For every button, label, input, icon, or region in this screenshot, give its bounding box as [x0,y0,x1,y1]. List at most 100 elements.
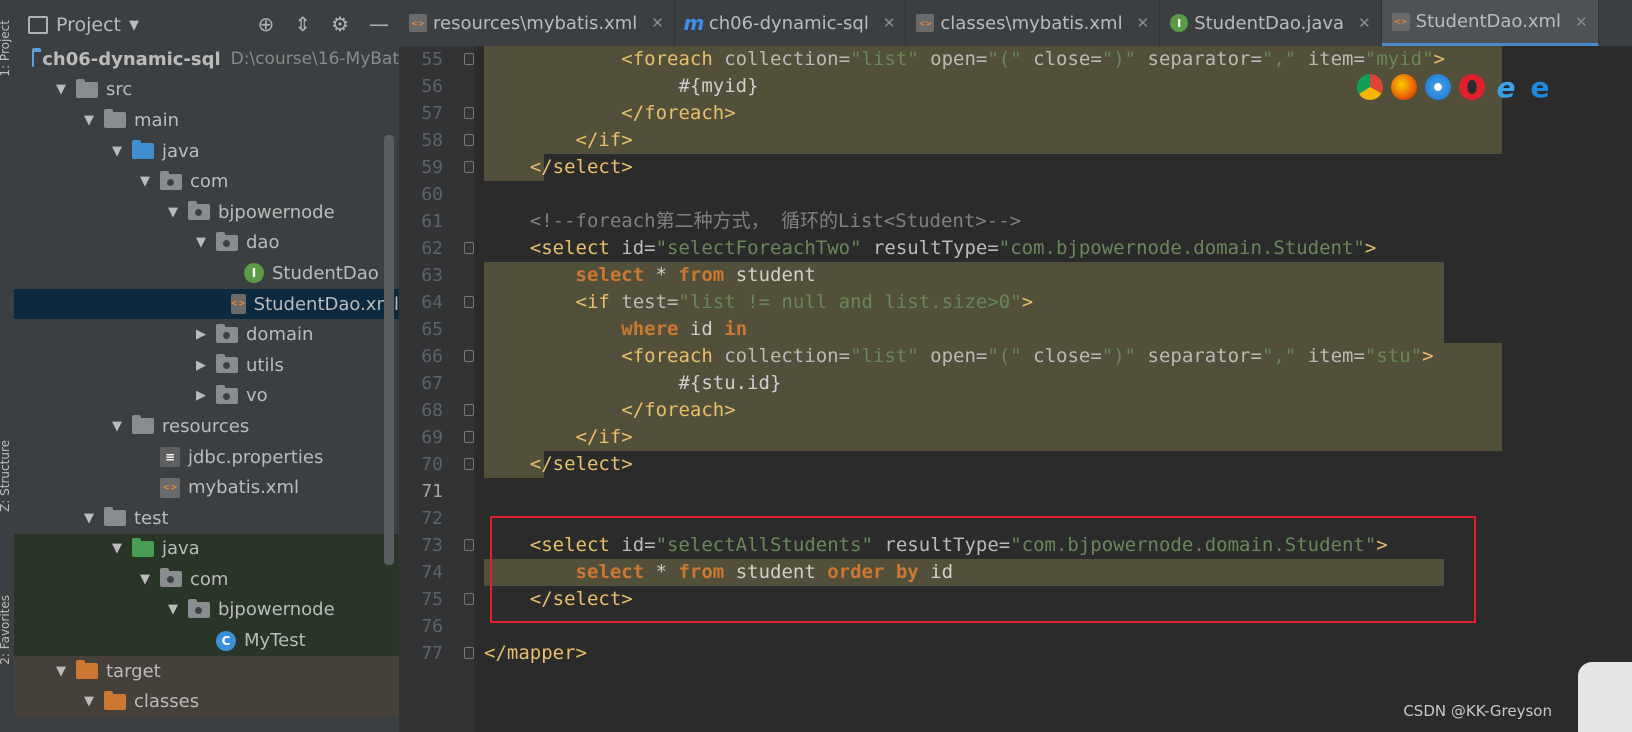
tree-item[interactable]: ▼ com [14,166,399,197]
project-tool-button[interactable]: 1: Project [0,20,12,77]
expand-arrow-icon[interactable]: ▼ [192,235,210,250]
tree-item[interactable]: ▼ classes [14,686,399,718]
tree-item-label: utils [246,354,284,376]
close-icon[interactable]: ✕ [1575,13,1588,31]
tree-item[interactable]: <> mybatis.xml [14,472,399,503]
expand-arrow-icon[interactable]: ▼ [136,572,154,587]
favorites-tool-button[interactable]: 2: Favorites [0,595,12,665]
close-icon[interactable]: ✕ [1137,14,1150,32]
close-icon[interactable]: ✕ [1358,14,1371,32]
fold-marker-icon[interactable] [464,539,474,551]
expand-arrow-icon[interactable]: ▼ [136,174,154,189]
tree-item[interactable]: ▶ vo [14,381,399,412]
tree-item[interactable]: ▼ src [14,75,399,106]
expand-arrow-icon[interactable]: ▼ [108,541,126,556]
code-line[interactable]: 67 #{stu.id} [399,370,1632,397]
gear-icon[interactable]: ⚙ [331,12,349,36]
tree-item[interactable]: C MyTest [14,625,399,656]
editor-tab[interactable]: <> resources\mybatis.xml ✕ [399,0,675,46]
watermark-text: CSDN @KK-Greyson [1403,702,1552,720]
expand-arrow-icon[interactable]: ▼ [52,664,70,679]
code-token: test= [621,291,679,313]
firefox-icon[interactable] [1391,74,1417,100]
fold-marker-icon[interactable] [464,134,474,146]
expand-arrow-icon[interactable]: ▼ [80,511,98,526]
expand-arrow-icon[interactable]: ▼ [164,205,182,220]
structure-tool-button[interactable]: Z: Structure [0,440,12,512]
close-icon[interactable]: ✕ [883,14,896,32]
tree-item[interactable]: ▶ utils [14,350,399,381]
expand-arrow-icon[interactable]: ▼ [80,694,98,709]
code-line[interactable]: 77 </mapper> [399,640,1632,667]
collapse-arrow-icon[interactable]: ▶ [192,358,210,373]
fold-marker-icon[interactable] [464,161,474,173]
code-line[interactable]: 62 <select id="selectForeachTwo" resultT… [399,235,1632,262]
collapse-all-icon[interactable]: ⇕ [294,12,311,36]
code-line[interactable]: 70 </select> [399,451,1632,478]
chrome-icon[interactable] [1357,74,1383,100]
code-line[interactable]: 68 </foreach> [399,397,1632,424]
fold-marker-icon[interactable] [464,431,474,443]
tree-item[interactable]: ch06-dynamic-sql D:\course\16-MyBat [14,44,399,75]
tree-item[interactable]: ▼ java [14,533,399,565]
tree-item[interactable]: ▼ target [14,655,399,687]
expand-arrow-icon[interactable]: ▼ [52,82,70,97]
tree-item[interactable]: I StudentDao [14,258,399,289]
expand-arrow-icon[interactable]: ▼ [80,113,98,128]
expand-arrow-icon[interactable]: ▼ [108,144,126,159]
ie-icon[interactable]: e [1493,71,1519,104]
fold-marker-icon[interactable] [464,350,474,362]
code-editor[interactable]: 55 <foreach collection="list" open="(" c… [399,46,1632,732]
locate-icon[interactable]: ⊕ [258,12,275,36]
close-icon[interactable]: ✕ [651,14,664,32]
code-line[interactable]: 61 <!--foreach第二种方式， 循环的List<Student>--> [399,208,1632,235]
tree-item[interactable]: ▼ bjpowernode [14,594,399,626]
editor-tab[interactable]: m ch06-dynamic-sql ✕ [675,0,907,46]
code-line[interactable]: 71 [399,478,1632,505]
code-line[interactable]: 55 <foreach collection="list" open="(" c… [399,46,1632,73]
tree-item[interactable]: ▼ test [14,503,399,534]
fold-marker-icon[interactable] [464,647,474,659]
collapse-arrow-icon[interactable]: ▶ [192,388,210,403]
fold-marker-icon[interactable] [464,296,474,308]
code-line[interactable]: 60 [399,181,1632,208]
tree-item[interactable]: ▼ bjpowernode [14,197,399,228]
tree-item-label: classes [134,691,200,713]
edge-icon[interactable]: e [1527,71,1553,104]
tree-item[interactable]: <> StudentDao.xml [14,288,399,320]
editor-tab[interactable]: <> StudentDao.xml ✕ [1381,0,1599,46]
tree-item[interactable]: ▼ com [14,564,399,595]
fold-marker-icon[interactable] [464,458,474,470]
project-panel-title[interactable]: Project [56,14,121,36]
hide-icon[interactable]: — [369,12,389,36]
code-line[interactable]: 58 </if> [399,127,1632,154]
opera-icon[interactable] [1459,74,1485,100]
tree-item[interactable]: ▼ java [14,136,399,167]
code-line[interactable]: 64 <if test="list != null and list.size>… [399,289,1632,316]
expand-arrow-icon[interactable]: ▼ [108,419,126,434]
tree-item[interactable]: ▼ dao [14,228,399,259]
fold-marker-icon[interactable] [464,404,474,416]
scrollbar[interactable] [384,135,394,565]
tree-item[interactable]: ▼ main [14,105,399,136]
expand-arrow-icon[interactable]: ▼ [164,602,182,617]
code-line[interactable]: 63 select * from student [399,262,1632,289]
tree-item[interactable]: ▼ resources [14,411,399,442]
fold-marker-icon[interactable] [464,242,474,254]
collapse-arrow-icon[interactable]: ▶ [192,327,210,342]
fold-marker-icon[interactable] [464,593,474,605]
code-line[interactable]: 57 </foreach> [399,100,1632,127]
code-line[interactable]: 59 </select> [399,154,1632,181]
code-line[interactable]: 66 <foreach collection="list" open="(" c… [399,343,1632,370]
tree-item[interactable]: ▶ domain [14,319,399,350]
fold-marker-icon[interactable] [464,53,474,65]
tree-item[interactable]: ≡ jdbc.properties [14,442,399,473]
safari-icon[interactable] [1425,74,1451,100]
editor-tab[interactable]: I StudentDao.java ✕ [1160,0,1382,46]
fold-marker-icon[interactable] [464,107,474,119]
code-line[interactable]: 69 </if> [399,424,1632,451]
chevron-down-icon[interactable]: ▼ [129,18,139,33]
editor-tab[interactable]: <> classes\mybatis.xml ✕ [906,0,1161,46]
code-line[interactable]: 65 where id in [399,316,1632,343]
